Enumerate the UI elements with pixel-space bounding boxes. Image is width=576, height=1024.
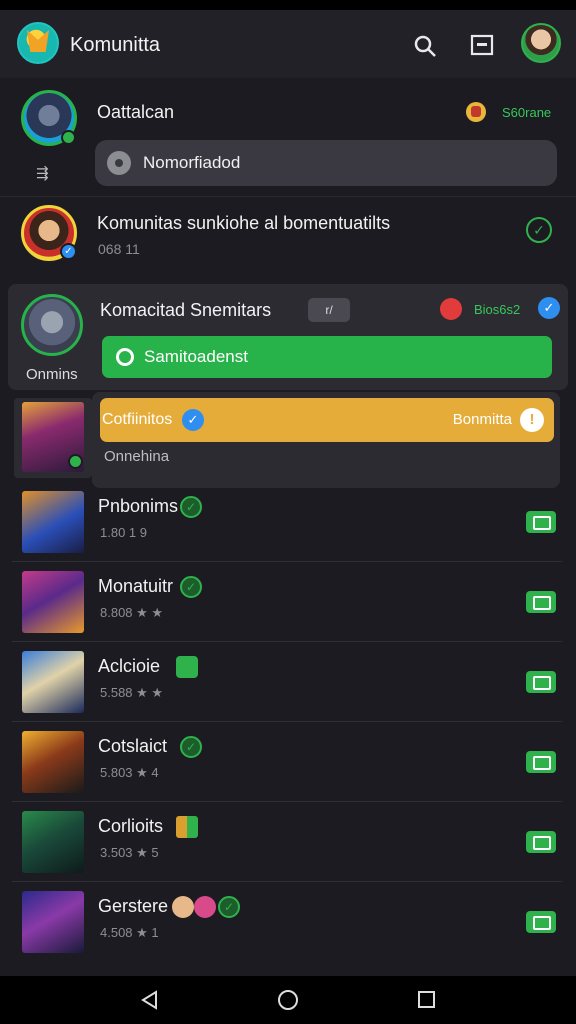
item-title: Corlioits bbox=[98, 816, 164, 836]
settings-icon bbox=[107, 151, 131, 175]
online-status: Onmins bbox=[26, 366, 78, 383]
check-icon bbox=[68, 454, 83, 469]
message-icon[interactable] bbox=[470, 34, 494, 56]
verified-icon: ✓ bbox=[218, 896, 240, 918]
video-icon[interactable] bbox=[526, 511, 556, 533]
online-badge bbox=[61, 130, 76, 145]
verified-icon: ✓ bbox=[538, 297, 560, 319]
item-title: Aclcioie bbox=[98, 656, 161, 676]
item-meta: 1.80 1 9 bbox=[100, 525, 147, 540]
item-title: Pnbonims bbox=[98, 496, 179, 516]
badge-icon bbox=[176, 816, 198, 838]
verified-icon: ✓ bbox=[180, 496, 202, 518]
home-icon[interactable] bbox=[278, 990, 298, 1010]
avatar bbox=[194, 896, 216, 918]
video-icon[interactable] bbox=[526, 671, 556, 693]
feed-post[interactable]: ⇶ Oattalcan S60rane Nomorfiadod bbox=[0, 82, 576, 192]
coin-icon bbox=[466, 102, 486, 122]
game-thumbnail bbox=[22, 571, 84, 633]
coin-count: Bios6s2 bbox=[474, 302, 521, 317]
game-thumbnail bbox=[22, 811, 84, 873]
video-icon[interactable] bbox=[526, 591, 556, 613]
list-item[interactable]: Cotslaict ✓ 5.803 ★ 4 bbox=[12, 722, 562, 802]
app-bar: Komunitta bbox=[0, 10, 576, 78]
badge-icon bbox=[176, 656, 198, 678]
item-title: Cotslaict bbox=[98, 736, 168, 756]
verified-icon: ✓ bbox=[60, 243, 77, 260]
item-meta: 5.588 ★ ★ bbox=[100, 685, 164, 700]
item-title: Monatuitr bbox=[98, 576, 174, 596]
list-item[interactable]: Gerstere ✓ 4.508 ★ 1 bbox=[12, 882, 562, 962]
status-bar bbox=[0, 0, 576, 10]
online-status: Onnehina bbox=[104, 448, 170, 465]
join-button[interactable]: Samitoadenst bbox=[102, 336, 552, 378]
list-item[interactable]: Aclcioie 5.588 ★ ★ bbox=[12, 642, 562, 722]
list-item[interactable]: Pnbonims ✓ 1.80 1 9 bbox=[12, 482, 562, 562]
list-item[interactable]: Monatuitr ✓ 8.808 ★ ★ bbox=[12, 562, 562, 642]
item-meta: 3.503 ★ 5 bbox=[100, 845, 159, 860]
info-icon[interactable]: ! bbox=[520, 408, 544, 432]
verified-icon: ✓ bbox=[180, 736, 202, 758]
video-icon[interactable] bbox=[526, 911, 556, 933]
verified-icon: ✓ bbox=[182, 409, 204, 431]
back-icon[interactable] bbox=[140, 990, 160, 1010]
game-thumbnail bbox=[22, 731, 84, 793]
recents-icon[interactable] bbox=[418, 991, 435, 1008]
item-meta: 5.803 ★ 4 bbox=[100, 765, 159, 780]
notice-title: Cotfiinitos bbox=[102, 411, 173, 428]
item-title: Gerstere bbox=[98, 896, 169, 916]
community-name[interactable]: Komacitad Snemitars bbox=[100, 300, 271, 321]
notice-banner[interactable]: Cotfiinitos ✓ Bonmitta ! bbox=[100, 398, 554, 442]
post-meta: 068 11 bbox=[98, 241, 140, 257]
video-icon[interactable] bbox=[526, 751, 556, 773]
game-thumbnail bbox=[22, 491, 84, 553]
check-icon[interactable]: ✓ bbox=[526, 217, 552, 243]
post-title: Komunitas sunkiohe al bomentuatilts bbox=[97, 213, 391, 233]
join-label: Samitoadenst bbox=[144, 347, 248, 366]
profile-avatar[interactable] bbox=[521, 23, 561, 63]
coin-icon bbox=[440, 298, 462, 320]
tag-chip[interactable]: r/ bbox=[308, 298, 350, 322]
list-item[interactable]: Corlioits 3.503 ★ 5 bbox=[12, 802, 562, 882]
notice-label: Bonmitta bbox=[452, 411, 512, 428]
video-icon[interactable] bbox=[526, 831, 556, 853]
radio-icon bbox=[116, 348, 134, 366]
reply-field[interactable]: Nomorfiadod bbox=[95, 140, 557, 186]
notice-card[interactable]: Cotfiinitos ✓ Bonmitta ! Onnehina bbox=[92, 392, 560, 488]
system-nav-bar bbox=[0, 976, 576, 1024]
item-meta: 4.508 ★ 1 bbox=[100, 925, 159, 940]
search-icon[interactable] bbox=[413, 34, 437, 58]
feed-post[interactable]: ✓ Komunitas sunkiohe al bomentuatilts 06… bbox=[0, 196, 576, 270]
avatar bbox=[172, 896, 194, 918]
thumbnail-frame bbox=[14, 398, 92, 478]
app-title: Komunitta bbox=[70, 34, 161, 56]
coin-count: S60rane bbox=[502, 105, 552, 120]
game-thumbnail bbox=[22, 891, 84, 953]
post-author[interactable]: Oattalcan bbox=[97, 102, 174, 123]
game-thumbnail bbox=[22, 651, 84, 713]
verified-icon: ✓ bbox=[180, 576, 202, 598]
app-logo bbox=[17, 22, 59, 64]
item-meta: 8.808 ★ ★ bbox=[100, 605, 164, 620]
community-card[interactable]: Onmins Komacitad Snemitars r/ Bios6s2 ✓ … bbox=[8, 284, 568, 390]
avatar[interactable] bbox=[21, 294, 83, 356]
settings-icon[interactable]: ⇶ bbox=[36, 164, 49, 182]
reply-text: Nomorfiadod bbox=[143, 153, 241, 172]
